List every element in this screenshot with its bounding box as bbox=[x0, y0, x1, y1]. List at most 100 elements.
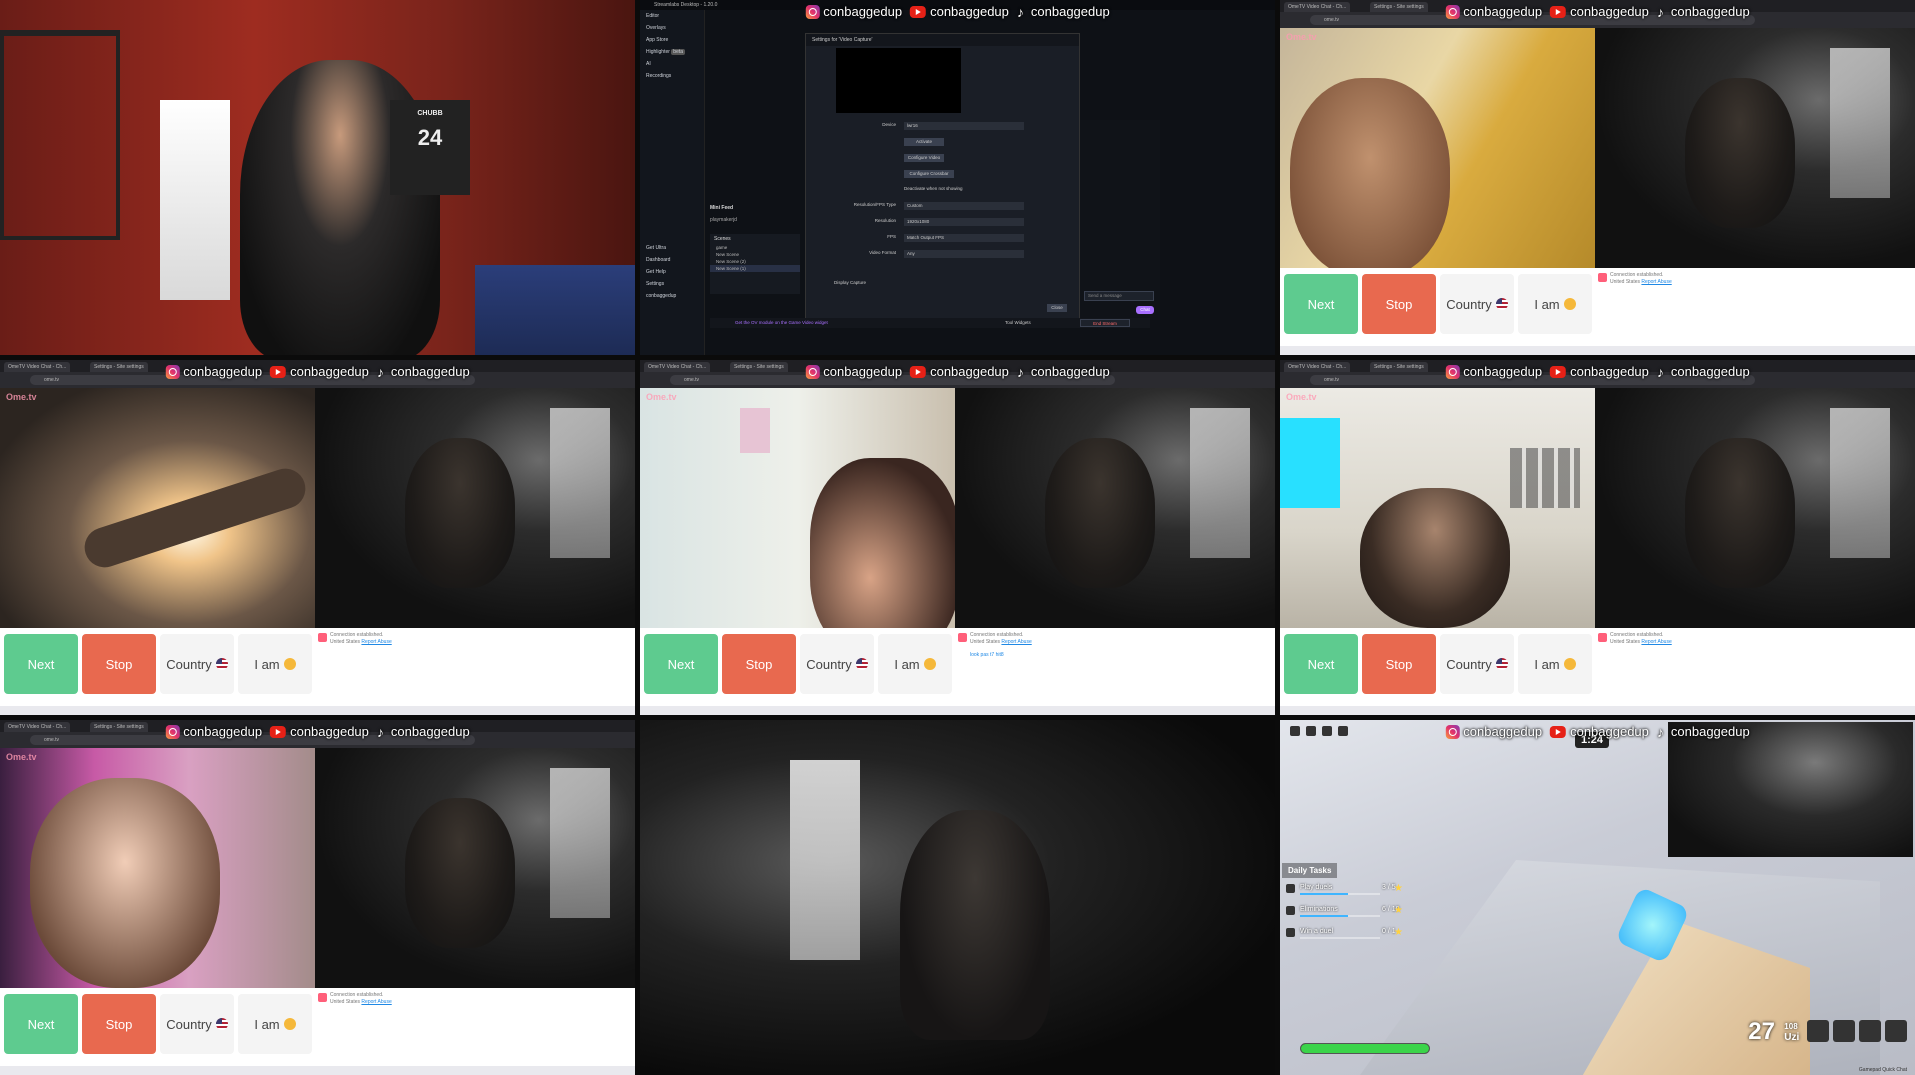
next-button[interactable]: Next bbox=[1284, 274, 1358, 334]
bunk-bed bbox=[0, 30, 120, 240]
browser-tab[interactable]: Settings - Site settings bbox=[1370, 362, 1428, 372]
tiktok-icon: ♪ bbox=[1656, 723, 1664, 740]
report-abuse-link[interactable]: Report Abuse bbox=[1641, 279, 1671, 285]
row-fps: FPS Match Output FPS bbox=[836, 234, 1046, 243]
taskbar bbox=[640, 706, 1275, 715]
browser-tab[interactable]: OmeTV Video Chat - Ch... bbox=[1284, 362, 1351, 372]
next-button[interactable]: Next bbox=[4, 994, 78, 1054]
browser-tab[interactable]: Settings - Site settings bbox=[90, 362, 148, 372]
social-overlay: conbaggedup conbaggedup ♪ conbaggedup bbox=[805, 3, 1110, 20]
resolution-input[interactable]: 1920x1080 bbox=[904, 218, 1024, 226]
instagram-icon bbox=[165, 364, 180, 379]
gender-button[interactable]: I am bbox=[878, 634, 952, 694]
browser-tab[interactable]: OmeTV Video Chat - Ch... bbox=[4, 722, 71, 732]
sidebar-item-settings[interactable]: Settings bbox=[640, 278, 704, 290]
country-button[interactable]: Country bbox=[160, 634, 234, 694]
activate-button[interactable]: Activate bbox=[904, 138, 944, 146]
browser-tab[interactable]: OmeTV Video Chat - Ch... bbox=[4, 362, 71, 372]
country-label: Country bbox=[166, 656, 212, 672]
next-button[interactable]: Next bbox=[1284, 634, 1358, 694]
youtube-handle: conbaggedup bbox=[1550, 364, 1649, 379]
report-abuse-link[interactable]: Report Abuse bbox=[1641, 639, 1671, 645]
country-label: Country bbox=[1446, 296, 1492, 312]
face-emoji-icon bbox=[283, 1018, 296, 1030]
instagram-text: conbaggedup bbox=[823, 364, 903, 379]
weapon-slot-icon[interactable] bbox=[1885, 1020, 1907, 1042]
stop-button[interactable]: Stop bbox=[722, 634, 796, 694]
chat-message-input[interactable]: Send a message bbox=[1084, 291, 1154, 301]
stop-button[interactable]: Stop bbox=[82, 994, 156, 1054]
mini-feed-label: Mini Feed bbox=[710, 205, 734, 211]
partner-face bbox=[1290, 78, 1450, 278]
chat-avatar-icon bbox=[1598, 633, 1607, 642]
sidebar-item-account[interactable]: conbaggedup bbox=[640, 290, 704, 302]
gender-button[interactable]: I am bbox=[238, 994, 312, 1054]
device-select[interactable]: lwr16 bbox=[904, 122, 1024, 130]
scene-item[interactable]: New Scene bbox=[710, 251, 800, 258]
sidebar-item-ai[interactable]: AI bbox=[640, 58, 704, 70]
scene-item[interactable]: New Scene (2) bbox=[710, 258, 800, 265]
stop-button[interactable]: Stop bbox=[1362, 634, 1436, 694]
close-button[interactable]: Close bbox=[1047, 304, 1067, 312]
configure-crossbar-button[interactable]: Configure Crossbar bbox=[904, 170, 954, 178]
next-button[interactable]: Next bbox=[4, 634, 78, 694]
scene-item[interactable]: game bbox=[710, 244, 800, 251]
ome-controls: Next Stop Country I am Connection establ… bbox=[640, 628, 1275, 715]
report-abuse-link[interactable]: Report Abuse bbox=[1001, 639, 1031, 645]
gender-button[interactable]: I am bbox=[1518, 634, 1592, 694]
display-capture-source[interactable]: Display Capture bbox=[834, 280, 866, 285]
youtube-icon bbox=[1550, 5, 1567, 18]
browser-tab[interactable]: OmeTV Video Chat - Ch... bbox=[644, 362, 711, 372]
sidebar-item-app-store[interactable]: App Store bbox=[640, 34, 704, 46]
browser-tab[interactable]: OmeTV Video Chat - Ch... bbox=[1284, 2, 1351, 12]
chat-avatar-icon bbox=[958, 633, 967, 642]
fps-select[interactable]: Match Output FPS bbox=[904, 234, 1024, 242]
country-button[interactable]: Country bbox=[1440, 634, 1514, 694]
mic-icon[interactable] bbox=[1338, 726, 1348, 736]
next-button[interactable]: Next bbox=[644, 634, 718, 694]
sidebar-item-overlays[interactable]: Overlays bbox=[640, 22, 704, 34]
report-abuse-link[interactable]: Report Abuse bbox=[361, 999, 391, 1005]
country-button[interactable]: Country bbox=[1440, 274, 1514, 334]
sidebar-item-dashboard[interactable]: Dashboard bbox=[640, 254, 704, 266]
browser-tab[interactable]: Settings - Site settings bbox=[1370, 2, 1428, 12]
menu-icon[interactable] bbox=[1290, 726, 1300, 736]
weapon-slot-icon[interactable] bbox=[1807, 1020, 1829, 1042]
gender-button[interactable]: I am bbox=[238, 634, 312, 694]
list-icon[interactable] bbox=[1306, 726, 1316, 736]
tool-widgets[interactable]: Tool Widgets bbox=[1005, 318, 1031, 328]
instagram-icon bbox=[1445, 4, 1460, 19]
country-button[interactable]: Country bbox=[160, 994, 234, 1054]
configure-video-button[interactable]: Configure Video bbox=[904, 154, 944, 162]
stop-button[interactable]: Stop bbox=[1362, 274, 1436, 334]
res-type-select[interactable]: Custom bbox=[904, 202, 1024, 210]
stop-button[interactable]: Stop bbox=[82, 634, 156, 694]
sidebar-item-recordings[interactable]: Recordings bbox=[640, 70, 704, 82]
chat-send-button[interactable]: Chat bbox=[1136, 306, 1154, 314]
sidebar-item-get-help[interactable]: Get Help bbox=[640, 266, 704, 278]
browser-tab[interactable]: Settings - Site settings bbox=[90, 722, 148, 732]
country-button[interactable]: Country bbox=[800, 634, 874, 694]
sidebar-item-get-ultra[interactable]: Get Ultra bbox=[640, 242, 704, 254]
instagram-text: conbaggedup bbox=[1463, 724, 1543, 739]
streamer-figure bbox=[1685, 438, 1795, 588]
footer-link[interactable]: Get the OV module on the Game Video widg… bbox=[735, 318, 828, 328]
weapon-slot-icon[interactable] bbox=[1859, 1020, 1881, 1042]
report-abuse-link[interactable]: Report Abuse bbox=[361, 639, 391, 645]
browser-tab[interactable]: Settings - Site settings bbox=[730, 362, 788, 372]
end-stream-button[interactable]: End Stream bbox=[1080, 319, 1130, 327]
sidebar-item-editor[interactable]: Editor bbox=[640, 10, 704, 22]
sidebar-item-highlighter[interactable]: Highlighter beta bbox=[640, 46, 704, 58]
streamer-figure bbox=[1045, 438, 1155, 588]
gender-button[interactable]: I am bbox=[1518, 274, 1592, 334]
video-format-select[interactable]: Any bbox=[904, 250, 1024, 258]
tiktok-icon: ♪ bbox=[1016, 3, 1024, 20]
youtube-text: conbaggedup bbox=[930, 364, 1009, 379]
deactivate-checkbox[interactable]: Deactivate when not showing bbox=[904, 186, 963, 191]
tiktok-text: conbaggedup bbox=[1670, 364, 1750, 379]
task-row: Eliminations 6 / 10 ★ bbox=[1282, 905, 1412, 922]
scene-item[interactable]: New Scene (1) bbox=[710, 265, 800, 272]
play-icon bbox=[1286, 884, 1295, 893]
weapon-slot-icon[interactable] bbox=[1833, 1020, 1855, 1042]
chat-icon[interactable] bbox=[1322, 726, 1332, 736]
